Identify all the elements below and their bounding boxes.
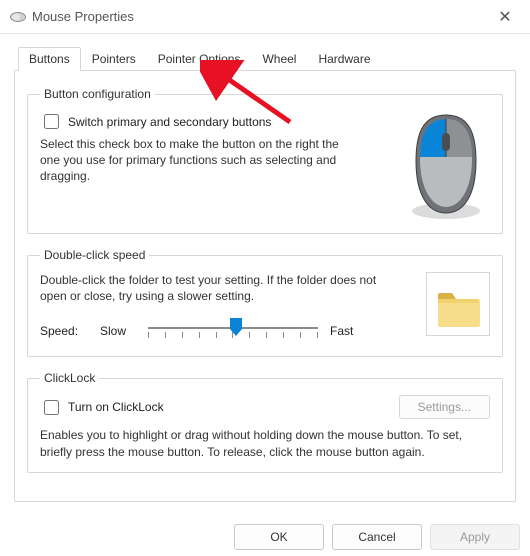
mouse-illustration — [402, 111, 490, 221]
group-clicklock: ClickLock Turn on ClickLock Settings... … — [27, 371, 503, 472]
window-title: Mouse Properties — [32, 9, 134, 24]
tab-buttons[interactable]: Buttons — [18, 47, 81, 71]
group-legend: ClickLock — [40, 371, 99, 385]
apply-button[interactable]: Apply — [430, 524, 520, 550]
clicklock-description: Enables you to highlight or drag without… — [40, 427, 490, 459]
clicklock-checkbox[interactable] — [44, 400, 59, 415]
group-button-configuration: Button configuration Switch primary and … — [27, 87, 503, 234]
clicklock-label: Turn on ClickLock — [68, 400, 164, 414]
tab-strip: Buttons Pointers Pointer Options Wheel H… — [18, 46, 516, 70]
clicklock-settings-button: Settings... — [399, 395, 490, 419]
tab-panel-buttons: Button configuration Switch primary and … — [14, 70, 516, 502]
switch-buttons-checkbox[interactable] — [44, 114, 59, 129]
tab-pointer-options[interactable]: Pointer Options — [147, 47, 252, 71]
switch-buttons-description: Select this check box to make the button… — [40, 136, 340, 185]
cancel-button[interactable]: Cancel — [332, 524, 422, 550]
folder-icon — [436, 291, 480, 329]
fast-label: Fast — [330, 324, 366, 338]
switch-buttons-label: Switch primary and secondary buttons — [68, 115, 271, 129]
tab-wheel[interactable]: Wheel — [251, 47, 307, 71]
tab-pointers[interactable]: Pointers — [81, 47, 147, 71]
double-click-test-folder[interactable] — [426, 272, 490, 336]
group-double-click-speed: Double-click speed Double-click the fold… — [27, 248, 503, 357]
titlebar: Mouse Properties ✕ — [0, 0, 530, 34]
mouse-app-icon — [10, 11, 26, 23]
slow-label: Slow — [100, 324, 136, 338]
speed-label: Speed: — [40, 324, 88, 338]
speed-slider[interactable] — [148, 318, 318, 344]
slider-thumb-icon — [229, 317, 243, 337]
group-legend: Button configuration — [40, 87, 155, 101]
group-legend: Double-click speed — [40, 248, 149, 262]
tab-hardware[interactable]: Hardware — [307, 47, 381, 71]
ok-button[interactable]: OK — [234, 524, 324, 550]
close-button[interactable]: ✕ — [490, 7, 520, 27]
double-click-description: Double-click the folder to test your set… — [40, 272, 380, 304]
dialog-footer: OK Cancel Apply — [234, 524, 520, 550]
